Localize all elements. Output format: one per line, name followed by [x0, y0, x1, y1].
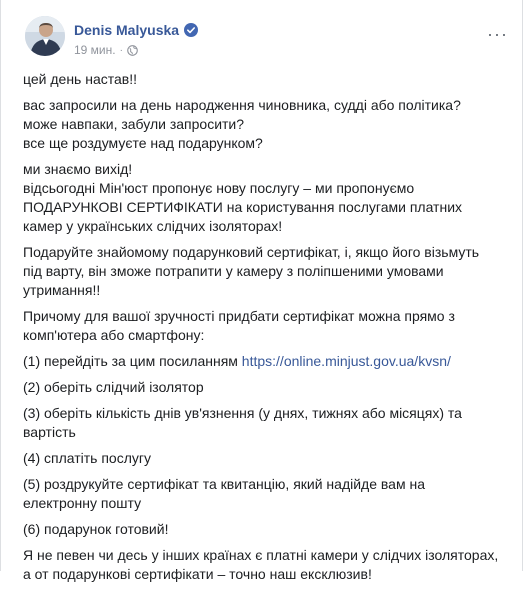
step-line: (3) оберіть кількість днів ув'язнення (у… [23, 405, 462, 421]
step-1-paragraph: (1) перейдіть за цим посиланням https://… [23, 352, 503, 371]
step-line: (5) роздрукуйте сертифікат та квитанцію,… [23, 476, 425, 492]
avatar-photo [25, 16, 65, 56]
post-card: Denis Malyuska 19 мин. · ··· цей день на… [0, 0, 523, 582]
intro-line: утримання!! [23, 282, 101, 298]
step-paragraph: (6) подарунок готовий! [23, 520, 503, 539]
intro-line: відсьогодні Мін'юст пропонує нову послуг… [23, 180, 415, 196]
author-line: Denis Malyuska [74, 22, 199, 38]
verified-badge-icon [184, 23, 199, 37]
step-paragraph: (5) роздрукуйте сертифікат та квитанцію,… [23, 475, 503, 513]
step-line: (6) подарунок готовий! [23, 521, 169, 537]
step-1-text: (1) перейдіть за цим посиланням [23, 353, 242, 369]
post-intro: цей день настав!! вас запросили на день н… [23, 70, 503, 345]
intro-paragraph: цей день настав!! [23, 70, 503, 89]
meta-separator: · [119, 44, 123, 56]
intro-line: може навпаки, забули запросити? [23, 116, 245, 132]
intro-line: ПОДАРУНКОВІ СЕРТИФІКАТИ на користування … [23, 199, 463, 215]
step-paragraph: (3) оберіть кількість днів ув'язнення (у… [23, 404, 503, 442]
intro-line: Причому для вашої зручності придбати сер… [23, 308, 455, 324]
intro-line: під варту, він зможе потрапити у камеру … [23, 263, 444, 279]
author-avatar[interactable] [25, 16, 65, 56]
author-name[interactable]: Denis Malyuska [74, 22, 179, 38]
globe-icon[interactable] [127, 44, 138, 56]
service-link[interactable]: https://online.minjust.gov.ua/kvsn/ [242, 353, 451, 369]
intro-line: комп'ютера або смартфону: [23, 327, 205, 343]
step-line: електронну пошту [23, 495, 142, 511]
step-line: (4) сплатіть послугу [23, 450, 151, 466]
step-line: (2) оберіть слідчий ізолятор [23, 379, 204, 395]
step-line: вартість [23, 424, 76, 440]
intro-paragraph: ми знаємо вихід! відсьогодні Мін'юст проп… [23, 160, 503, 236]
step-paragraph: Я не певен чи десь у інших країнах є пла… [23, 546, 503, 584]
step-paragraph: (2) оберіть слідчий ізолятор [23, 378, 503, 397]
post-timestamp[interactable]: 19 мин. [74, 43, 116, 57]
post-body: цей день настав!! вас запросили на день н… [23, 70, 503, 591]
intro-line: камер у українських слідчих ізоляторах! [23, 218, 283, 234]
step-line: Я не певен чи десь у інших країнах є пла… [23, 547, 499, 563]
intro-line: цей день настав!! [23, 71, 138, 87]
post-header: Denis Malyuska 19 мин. · ··· [1, 0, 522, 68]
intro-line: вас запросили на день народження чиновни… [23, 97, 461, 113]
post-steps: (2) оберіть слідчий ізолятор (3) оберіть … [23, 378, 503, 584]
intro-line: ми знаємо вихід! [23, 161, 133, 177]
intro-paragraph: Причому для вашої зручності придбати сер… [23, 307, 503, 345]
step-line: а от подарункові сертифікати – точно наш… [23, 566, 372, 582]
intro-paragraph: Подаруйте знайомому подарунковий сертифі… [23, 243, 503, 300]
more-options-icon[interactable]: ··· [487, 24, 508, 45]
intro-line: Подаруйте знайомому подарунковий сертифі… [23, 244, 480, 260]
step-paragraph: (4) сплатіть послугу [23, 449, 503, 468]
intro-paragraph: вас запросили на день народження чиновни… [23, 96, 503, 153]
post-meta: 19 мин. · [74, 43, 138, 57]
intro-line: все ще роздумуєте над подарунком? [23, 135, 263, 151]
